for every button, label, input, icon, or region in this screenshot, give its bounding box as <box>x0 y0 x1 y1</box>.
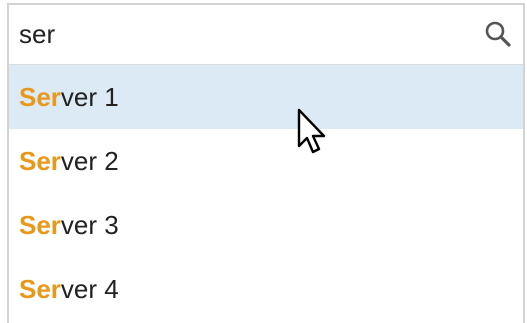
result-item-server-4[interactable]: Ser ver 4 <box>9 257 523 321</box>
result-match-text: Ser <box>19 273 61 304</box>
search-icon[interactable] <box>483 19 513 49</box>
result-match-text: Ser <box>19 81 61 112</box>
result-item-server-2[interactable]: Ser ver 2 <box>9 129 523 193</box>
result-rest-text: ver 3 <box>60 209 119 240</box>
search-row <box>9 5 523 65</box>
search-input[interactable] <box>19 15 449 53</box>
result-match-text: Ser <box>19 145 61 176</box>
result-rest-text: ver 2 <box>60 145 119 176</box>
result-item-server-1[interactable]: Ser ver 1 <box>9 65 523 129</box>
result-rest-text: ver 1 <box>60 81 119 112</box>
autocomplete-dropdown: Server 1 Server 2 Server 3 Server 4 <box>7 3 525 323</box>
result-match-text: Ser <box>19 209 61 240</box>
result-rest-text: ver 4 <box>60 273 119 304</box>
results-list: Ser ver 1 Ser ver 2 Ser ver 3 Ser ver 4 <box>9 65 523 321</box>
result-item-server-3[interactable]: Ser ver 3 <box>9 193 523 257</box>
